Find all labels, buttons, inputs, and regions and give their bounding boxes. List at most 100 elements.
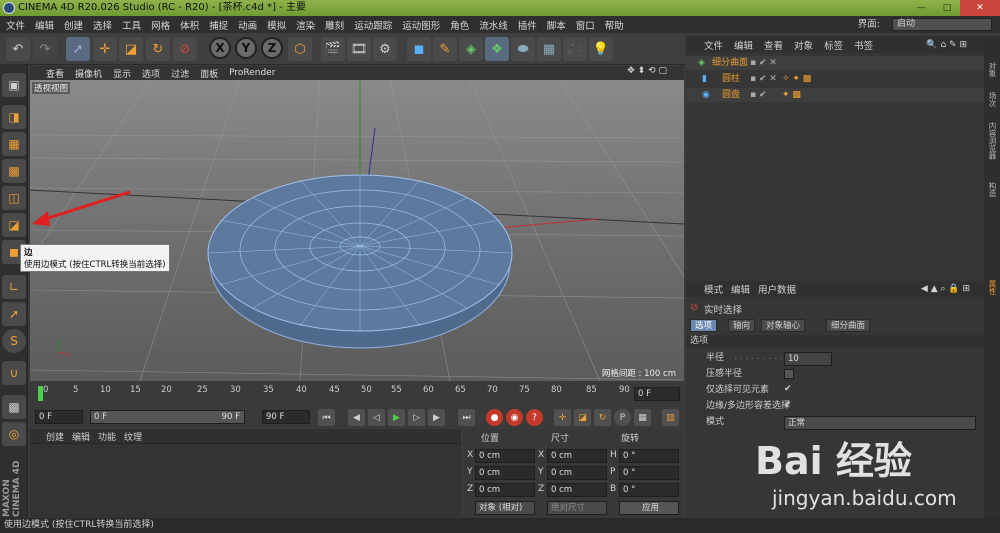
object-row-disc[interactable]: ◉ 圆盘 ▪ ✔ ✦ ▩ [686, 88, 984, 102]
autokey-icon[interactable]: ◉ [506, 409, 523, 426]
layout-select[interactable]: 启动 [892, 18, 992, 31]
menu-pipeline[interactable]: 流水线 [479, 18, 508, 32]
next-frame-icon[interactable]: ▷ [408, 409, 425, 426]
prev-key-icon[interactable]: ◀ [348, 409, 365, 426]
magnet-icon[interactable]: ∪ [2, 361, 26, 385]
perspective-viewport[interactable]: 透视视图 网格间距 : 100 cm [30, 80, 684, 381]
rotate-icon[interactable]: ↻ [146, 37, 170, 61]
mat-menu-function[interactable]: 功能 [98, 430, 116, 443]
planar-workplane-icon[interactable]: ◎ [2, 422, 26, 446]
menu-simulate[interactable]: 模拟 [267, 18, 286, 32]
timeline-window-icon[interactable]: ▥ [662, 409, 679, 426]
mat-menu-texture[interactable]: 纹理 [124, 430, 142, 443]
vp-menu-filter[interactable]: 过滤 [171, 67, 189, 80]
vp-menu-options[interactable]: 选项 [142, 67, 160, 80]
coord-mode-select[interactable]: 对象 (相对) [475, 501, 535, 515]
object-name[interactable]: 圆柱 [722, 72, 740, 86]
vp-menu-panel[interactable]: 面板 [200, 67, 218, 80]
goto-start-icon[interactable]: ⏮ [318, 409, 335, 426]
menu-motion-tracking[interactable]: 运动跟踪 [354, 18, 392, 32]
menu-character[interactable]: 角色 [450, 18, 469, 32]
radius-field[interactable]: 10 [784, 352, 832, 366]
move-icon[interactable]: ✛ [93, 37, 117, 61]
menu-plugins[interactable]: 插件 [518, 18, 537, 32]
floor-icon[interactable]: ▦ [537, 37, 561, 61]
tab-options[interactable]: 选项 [690, 319, 718, 332]
y-axis-lock-icon[interactable]: Y [235, 37, 257, 59]
axis-mode-icon[interactable]: ∟ [2, 275, 26, 299]
side-tab-attributes[interactable]: 属性 [986, 280, 998, 295]
model-mode-icon[interactable]: ◨ [2, 105, 26, 129]
deformer-icon[interactable]: ⬬ [511, 37, 535, 61]
om-menu-file[interactable]: 文件 [704, 38, 723, 52]
pressure-radius-checkbox[interactable] [784, 369, 794, 379]
side-tab-content-browser[interactable]: 内容浏览器 [986, 122, 998, 160]
tab-object-axis[interactable]: 对象轴心 [761, 319, 806, 332]
tweak-mode-icon[interactable]: ➚ [2, 302, 26, 326]
vp-menu-camera[interactable]: 摄像机 [75, 67, 102, 80]
tags-icon[interactable]: ✧ ✦ ▩ [782, 72, 811, 86]
tab-axis[interactable]: 轴向 [728, 319, 756, 332]
array-icon[interactable]: ❖ [485, 37, 509, 61]
x-axis-lock-icon[interactable]: X [209, 37, 231, 59]
current-frame-field[interactable]: 0 F [634, 387, 680, 401]
visibility-toggle-icon[interactable]: ▪ ✔ [750, 88, 767, 102]
side-tab-takes[interactable]: 场次 [986, 92, 998, 107]
rot-p-field[interactable]: 0 ° [619, 466, 679, 480]
prev-frame-icon[interactable]: ◁ [368, 409, 385, 426]
object-name[interactable]: 圆盘 [722, 88, 740, 102]
key-scale-icon[interactable]: ◪ [574, 409, 591, 426]
next-key-icon[interactable]: ▶ [428, 409, 445, 426]
attr-menu-userdata[interactable]: 用户数据 [758, 282, 796, 296]
size-z-field[interactable]: 0 cm [547, 483, 607, 497]
make-editable-icon[interactable]: ▣ [2, 73, 26, 97]
om-menu-edit[interactable]: 编辑 [734, 38, 753, 52]
menu-help[interactable]: 帮助 [605, 18, 624, 32]
key-pla-icon[interactable]: ▦ [634, 409, 651, 426]
mat-menu-edit[interactable]: 编辑 [72, 430, 90, 443]
cube-icon[interactable]: ◼ [407, 37, 431, 61]
key-parameter-icon[interactable]: P [614, 409, 631, 426]
om-search-icons[interactable]: 🔍 ⌂ ✎ ⊞ [926, 40, 967, 50]
keyframe-selection-icon[interactable]: ? [526, 409, 543, 426]
undo-icon[interactable]: ↶ [6, 37, 30, 61]
menu-select[interactable]: 选择 [93, 18, 112, 32]
goto-end-icon[interactable]: ⏭ [458, 409, 475, 426]
tags-icon[interactable]: ✦ ▩ [782, 88, 801, 102]
edges-mode-icon[interactable]: ◪ [2, 213, 26, 237]
coordinate-system-icon[interactable]: ⬡ [288, 37, 312, 61]
attr-menu-edit[interactable]: 编辑 [731, 282, 750, 296]
rot-b-field[interactable]: 0 ° [619, 483, 679, 497]
menu-tools[interactable]: 工具 [122, 18, 141, 32]
z-axis-lock-icon[interactable]: Z [261, 37, 283, 59]
select-arrow-icon[interactable]: ➚ [66, 37, 90, 61]
scale-icon[interactable]: ◪ [119, 37, 143, 61]
menu-window[interactable]: 窗口 [576, 18, 595, 32]
om-menu-bookmarks[interactable]: 书签 [854, 38, 873, 52]
attr-nav-icons[interactable]: ◀ ▲ ⌕ 🔒 ⊞ [921, 284, 970, 294]
start-frame-field[interactable]: 0 F [35, 410, 83, 424]
end-frame-field[interactable]: 90 F [262, 410, 310, 424]
size-y-field[interactable]: 0 cm [547, 466, 607, 480]
tab-subdivision[interactable]: 细分曲面 [826, 319, 871, 332]
minimize-button[interactable]: — [908, 0, 934, 16]
key-position-icon[interactable]: ✛ [554, 409, 571, 426]
record-icon[interactable]: ● [486, 409, 503, 426]
frame-range-slider[interactable]: 0 F 90 F [90, 410, 245, 424]
camera-icon[interactable]: 🎥 [563, 37, 587, 61]
pos-x-field[interactable]: 0 cm [475, 449, 535, 463]
light-icon[interactable]: 💡 [589, 37, 613, 61]
menu-create[interactable]: 创建 [64, 18, 83, 32]
side-tab-structure[interactable]: 构造 [986, 182, 998, 197]
visibility-toggle-icon[interactable]: ▪ ✔ ✕ [750, 72, 777, 86]
mat-menu-create[interactable]: 创建 [46, 430, 64, 443]
pos-z-field[interactable]: 0 cm [475, 483, 535, 497]
pos-y-field[interactable]: 0 cm [475, 466, 535, 480]
maximize-button[interactable]: □ [934, 0, 960, 16]
menu-mesh[interactable]: 网格 [151, 18, 170, 32]
mode-select[interactable]: 正常 [784, 416, 976, 430]
menu-script[interactable]: 脚本 [547, 18, 566, 32]
viewport-nav-icons[interactable]: ✥ ⬍ ⟲ ▢ [627, 66, 667, 76]
menu-edit[interactable]: 编辑 [35, 18, 54, 32]
menu-animate[interactable]: 动画 [238, 18, 257, 32]
